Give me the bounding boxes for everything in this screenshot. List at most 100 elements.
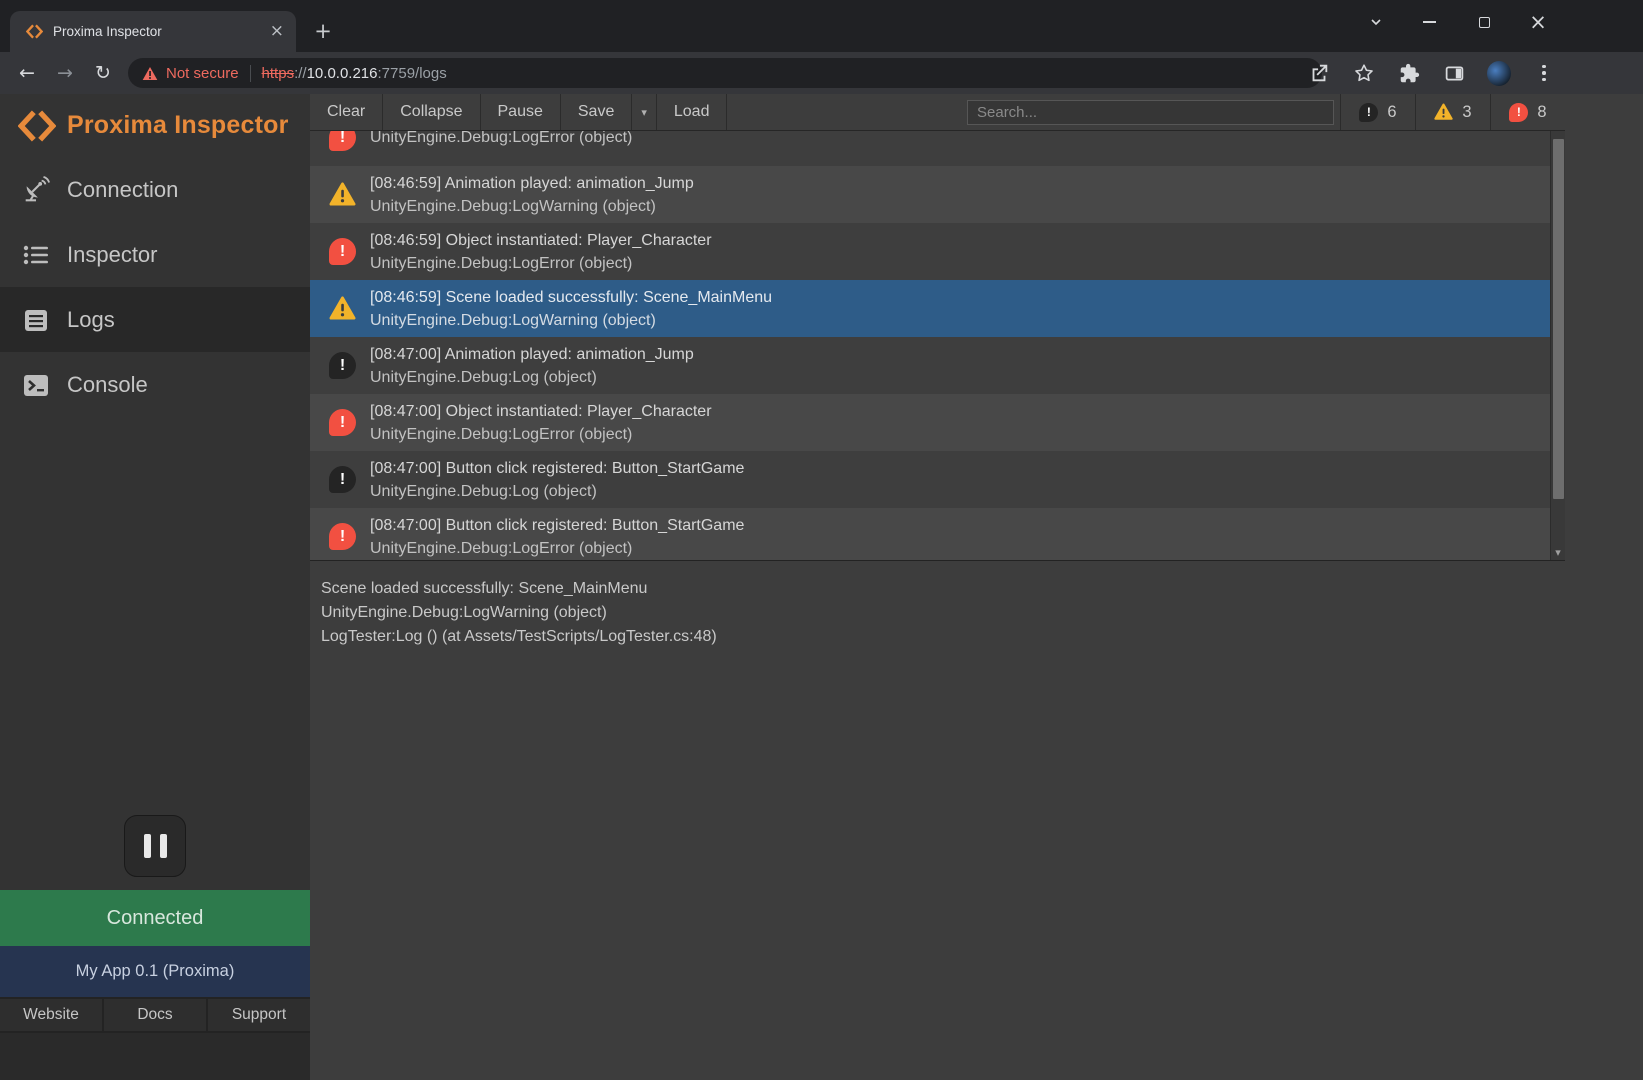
log-message: [08:47:00] Button click registered: Butt… bbox=[370, 514, 744, 537]
scrollbar-down-icon[interactable]: ▾ bbox=[1551, 545, 1565, 559]
log-row[interactable]: ! [08:47:00] Button click registered: Bu… bbox=[310, 451, 1565, 508]
browser-tab[interactable]: Proxima Inspector × bbox=[10, 11, 296, 52]
info-icon: ! bbox=[329, 352, 356, 379]
pause-stream-button[interactable] bbox=[124, 815, 186, 877]
clear-button[interactable]: Clear bbox=[310, 94, 383, 130]
app-info-label: My App 0.1 (Proxima) bbox=[0, 946, 310, 997]
sidebar-item-label: Logs bbox=[67, 307, 115, 333]
log-scrollbar[interactable]: ▾ bbox=[1550, 131, 1565, 560]
search-input[interactable] bbox=[967, 100, 1334, 125]
tab-title: Proxima Inspector bbox=[53, 24, 270, 39]
browser-address-bar: ← → ↻ Not secure https://10.0.0.216:7759… bbox=[0, 52, 1643, 94]
reload-icon[interactable]: ↻ bbox=[90, 60, 116, 86]
satellite-icon bbox=[21, 175, 51, 205]
window-minimize-button[interactable] bbox=[1415, 8, 1443, 36]
error-counter[interactable]: ! 8 bbox=[1490, 94, 1565, 130]
window-close-button[interactable]: × bbox=[1524, 8, 1552, 36]
warning-icon bbox=[1434, 103, 1453, 121]
sidebar-item-connection[interactable]: Connection bbox=[0, 157, 310, 222]
sidebar-item-label: Connection bbox=[67, 177, 178, 203]
app-logo: Proxima Inspector bbox=[0, 94, 310, 157]
log-row[interactable]: ! [08:46:59] Object instantiated: Player… bbox=[310, 223, 1565, 280]
log-list: ! UnityEngine.Debug:LogError (object) bbox=[310, 131, 1565, 561]
info-counter[interactable]: ! 6 bbox=[1340, 94, 1415, 130]
share-icon[interactable] bbox=[1307, 61, 1331, 85]
footer-link-docs[interactable]: Docs bbox=[104, 999, 208, 1031]
forward-icon[interactable]: → bbox=[52, 60, 78, 86]
url-bar[interactable]: Not secure https://10.0.0.216:7759/logs bbox=[128, 58, 1322, 88]
log-row[interactable]: ! [08:47:00] Button click registered: Bu… bbox=[310, 508, 1565, 561]
sidebar-item-label: Console bbox=[67, 372, 148, 398]
warning-counter[interactable]: 3 bbox=[1415, 94, 1490, 130]
browser-tab-bar: Proxima Inspector × + × bbox=[0, 0, 1643, 52]
warning-count: 3 bbox=[1462, 103, 1471, 122]
log-source: UnityEngine.Debug:Log (object) bbox=[370, 480, 744, 503]
back-icon[interactable]: ← bbox=[14, 60, 40, 86]
tab-close-icon[interactable]: × bbox=[270, 23, 284, 40]
info-count: 6 bbox=[1387, 103, 1396, 122]
error-icon: ! bbox=[1509, 103, 1528, 122]
log-message: [08:46:59] Object instantiated: Player_C… bbox=[370, 229, 712, 252]
detail-line: Scene loaded successfully: Scene_MainMen… bbox=[321, 577, 1551, 601]
profile-avatar[interactable] bbox=[1487, 61, 1511, 85]
bookmark-star-icon[interactable] bbox=[1352, 61, 1376, 85]
load-button[interactable]: Load bbox=[657, 94, 728, 130]
browser-menu-icon[interactable] bbox=[1532, 61, 1556, 85]
log-source: UnityEngine.Debug:LogError (object) bbox=[370, 537, 744, 560]
app-title: Proxima Inspector bbox=[67, 111, 289, 140]
save-button[interactable]: Save bbox=[561, 94, 632, 130]
log-message: [08:46:59] Animation played: animation_J… bbox=[370, 172, 694, 195]
security-label: Not secure bbox=[166, 65, 239, 82]
proxima-logo-icon bbox=[18, 107, 56, 145]
footer-link-support[interactable]: Support bbox=[208, 999, 310, 1031]
url-path: :7759/logs bbox=[378, 65, 447, 82]
extensions-puzzle-icon[interactable] bbox=[1397, 61, 1421, 85]
log-message: [08:47:00] Button click registered: Butt… bbox=[370, 457, 744, 480]
logs-page: Clear Collapse Pause Save ▾ Load ! 6 bbox=[310, 94, 1565, 1080]
console-icon bbox=[21, 370, 51, 400]
url-divider bbox=[250, 65, 251, 82]
url-host: 10.0.0.216 bbox=[307, 65, 378, 82]
pause-button[interactable]: Pause bbox=[481, 94, 561, 130]
pause-icon bbox=[144, 834, 151, 858]
log-source: UnityEngine.Debug:LogWarning (object) bbox=[370, 309, 772, 332]
error-count: 8 bbox=[1537, 103, 1546, 122]
error-icon: ! bbox=[329, 523, 356, 550]
log-row-selected[interactable]: [08:46:59] Scene loaded successfully: Sc… bbox=[310, 280, 1565, 337]
window-maximize-button[interactable] bbox=[1470, 8, 1498, 36]
info-icon: ! bbox=[329, 466, 356, 493]
scrollbar-thumb[interactable] bbox=[1553, 139, 1564, 499]
error-icon: ! bbox=[329, 409, 356, 436]
log-row[interactable]: ! [08:47:00] Animation played: animation… bbox=[310, 337, 1565, 394]
sidebar-item-inspector[interactable]: Inspector bbox=[0, 222, 310, 287]
detail-line: UnityEngine.Debug:LogWarning (object) bbox=[321, 601, 1551, 625]
warning-icon bbox=[329, 296, 356, 321]
url-separator: :// bbox=[294, 65, 307, 82]
log-row[interactable]: ! UnityEngine.Debug:LogError (object) bbox=[310, 131, 1565, 166]
log-source: UnityEngine.Debug:LogWarning (object) bbox=[370, 195, 694, 218]
window-chevron-icon[interactable] bbox=[1362, 8, 1390, 36]
log-message: [08:46:59] Scene loaded successfully: Sc… bbox=[370, 286, 772, 309]
sidebar-item-logs[interactable]: Logs bbox=[0, 287, 310, 352]
footer-link-website[interactable]: Website bbox=[0, 999, 104, 1031]
sidebar: Proxima Inspector Connection bbox=[0, 94, 310, 1080]
list-icon bbox=[21, 240, 51, 270]
collapse-button[interactable]: Collapse bbox=[383, 94, 480, 130]
url-scheme: https bbox=[262, 65, 295, 82]
not-secure-warning-icon bbox=[142, 66, 158, 81]
save-dropdown-caret-icon[interactable]: ▾ bbox=[632, 94, 657, 130]
log-message: [08:47:00] Animation played: animation_J… bbox=[370, 343, 694, 366]
side-panel-icon[interactable] bbox=[1442, 61, 1466, 85]
warning-icon bbox=[329, 182, 356, 207]
log-source: UnityEngine.Debug:Log (object) bbox=[370, 366, 694, 389]
sidebar-item-console[interactable]: Console bbox=[0, 352, 310, 417]
new-tab-button[interactable]: + bbox=[309, 17, 337, 45]
log-row[interactable]: [08:46:59] Animation played: animation_J… bbox=[310, 166, 1565, 223]
log-source: UnityEngine.Debug:LogError (object) bbox=[370, 252, 712, 275]
sidebar-item-label: Inspector bbox=[67, 242, 158, 268]
log-row[interactable]: ! [08:47:00] Object instantiated: Player… bbox=[310, 394, 1565, 451]
logs-toolbar: Clear Collapse Pause Save ▾ Load ! 6 bbox=[310, 94, 1565, 131]
logs-icon bbox=[21, 305, 51, 335]
log-source: UnityEngine.Debug:LogError (object) bbox=[370, 131, 632, 149]
connection-status-badge: Connected bbox=[0, 890, 310, 946]
